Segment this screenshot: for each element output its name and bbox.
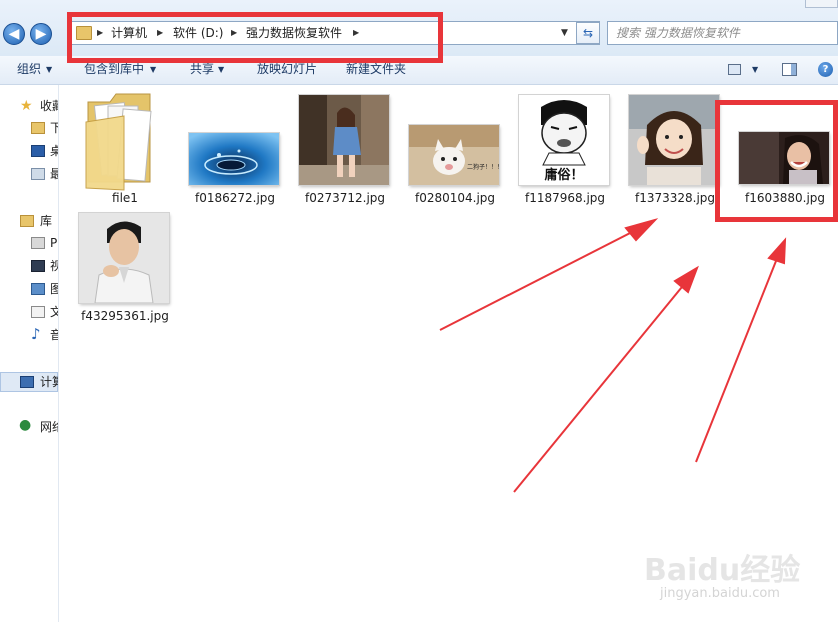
watermark-url: jingyan.baidu.com: [660, 586, 780, 601]
arrow-line: [695, 255, 779, 463]
watermark-brand: Baidu经验: [644, 553, 801, 588]
arrow-head: [624, 218, 659, 242]
arrow-line: [513, 281, 687, 493]
arrow-head: [673, 265, 699, 294]
annotation-arrows: [439, 218, 787, 493]
arrow-line: [439, 227, 641, 331]
arrow-head: [767, 237, 787, 265]
